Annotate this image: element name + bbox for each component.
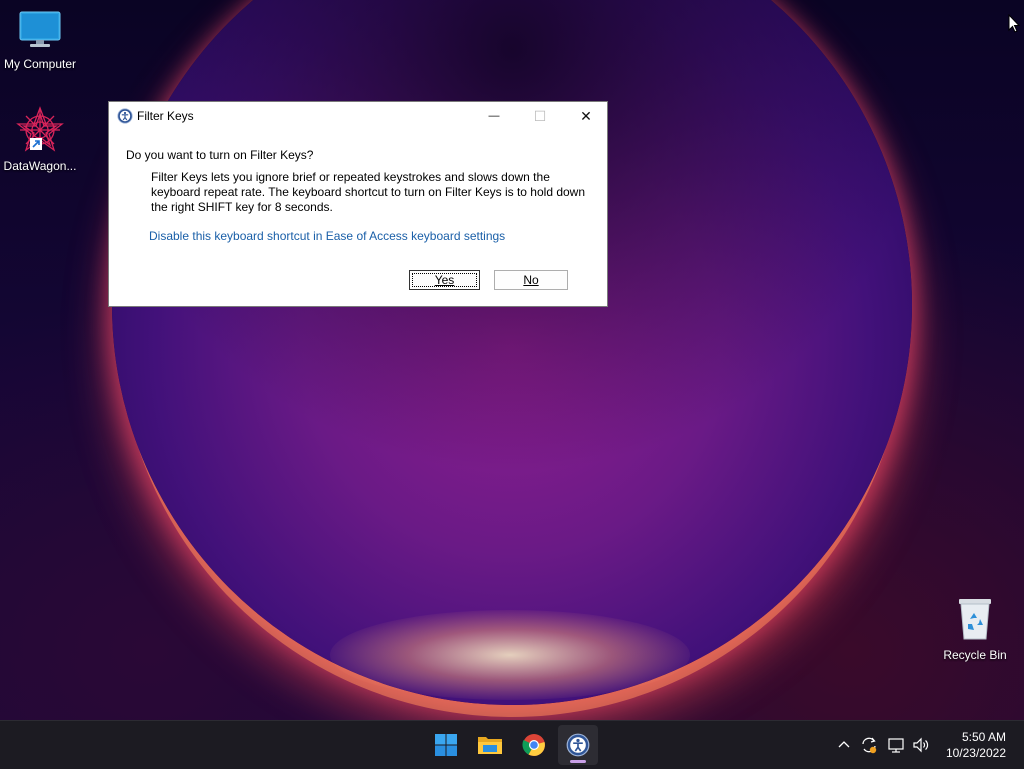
accessibility-icon (566, 733, 590, 757)
mouse-cursor-icon (1008, 14, 1020, 33)
desktop-icon-label: My Computer (3, 57, 77, 71)
close-button[interactable]: ✕ (563, 102, 609, 130)
desktop-icon-label: Recycle Bin (943, 648, 1007, 662)
no-button[interactable]: No (494, 270, 568, 290)
chrome-button[interactable] (514, 725, 554, 765)
start-button[interactable] (426, 725, 466, 765)
recycle-bin-icon (959, 599, 991, 640)
sync-icon[interactable] (860, 736, 878, 754)
volume-icon[interactable] (912, 736, 930, 754)
yes-button-label: Yes (434, 273, 455, 287)
filter-keys-dialog: Filter Keys — ☐ ✕ Do you want to turn on… (108, 101, 608, 307)
dialog-description: Filter Keys lets you ignore brief or rep… (151, 170, 586, 214)
taskbar-clock[interactable]: 5:50 AM 10/23/2022 (946, 729, 1006, 761)
minimize-button[interactable]: — (471, 102, 517, 130)
taskbar: 5:50 AM 10/23/2022 (0, 720, 1024, 769)
minimize-icon: — (488, 110, 500, 122)
system-tray (836, 721, 936, 769)
maximize-button[interactable]: ☐ (517, 102, 563, 130)
chrome-icon (522, 734, 545, 756)
no-button-label: No (523, 273, 539, 287)
monitor-icon (19, 11, 61, 47)
ease-of-access-settings-link[interactable]: Disable this keyboard shortcut in Ease o… (149, 229, 505, 243)
dialog-title: Filter Keys (137, 109, 194, 123)
close-icon: ✕ (580, 107, 592, 124)
dialog-titlebar[interactable]: Filter Keys — ☐ ✕ (109, 102, 607, 130)
desktop-icon-datawagon[interactable]: DataWagon... (0, 106, 80, 173)
clock-time: 5:50 AM (961, 730, 1006, 744)
maximize-icon: ☐ (533, 107, 547, 124)
clock-date: 10/23/2022 (945, 746, 1006, 760)
filter-keys-taskbar-button[interactable] (558, 725, 598, 765)
datawagon-icon (16, 106, 64, 152)
chevron-up-icon[interactable] (836, 737, 852, 753)
desktop-icon-label: DataWagon... (3, 159, 77, 173)
desktop-icon-my-computer[interactable]: My Computer (0, 10, 80, 71)
file-explorer-icon (478, 737, 502, 754)
file-explorer-button[interactable] (470, 725, 510, 765)
accessibility-icon (117, 108, 133, 124)
network-icon[interactable] (887, 736, 905, 754)
desktop-icon-recycle-bin[interactable]: Recycle Bin (935, 597, 1015, 662)
dialog-question: Do you want to turn on Filter Keys? (126, 148, 314, 162)
active-app-indicator (570, 760, 586, 763)
yes-button[interactable]: Yes (409, 270, 480, 290)
windows-start-icon (435, 734, 457, 756)
